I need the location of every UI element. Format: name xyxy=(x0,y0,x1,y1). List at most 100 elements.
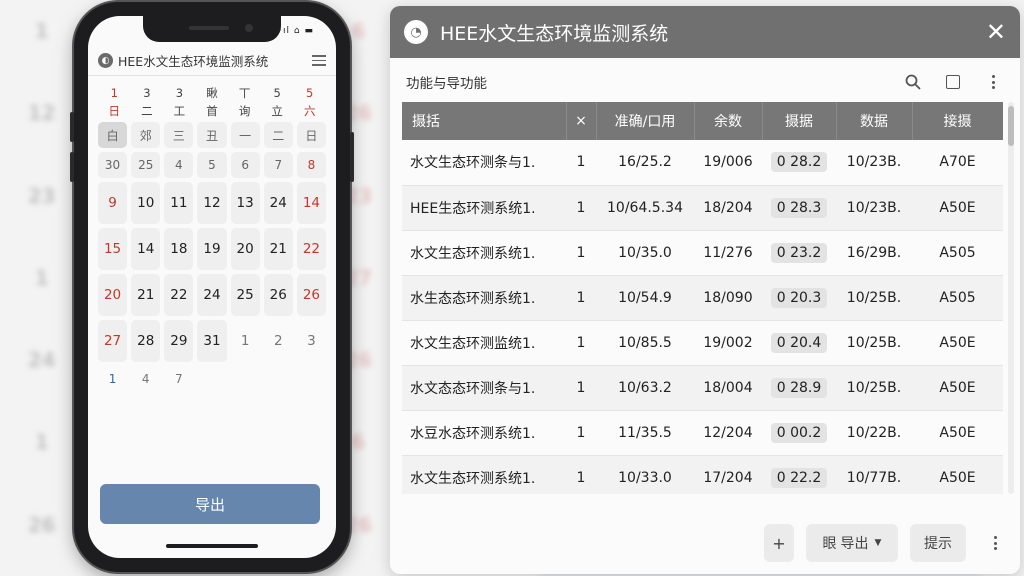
scrollbar-thumb[interactable] xyxy=(1008,106,1014,146)
table-row[interactable]: 水文生态环测系统1. 1 10/35.0 11/276 0 23.2 16/29B. A50… xyxy=(402,230,1003,276)
table-cell: A50E xyxy=(912,410,1003,456)
footer-more-icon[interactable] xyxy=(984,532,1006,554)
value-pill: 0 28.9 xyxy=(770,377,828,398)
calendar-day[interactable]: 14 xyxy=(131,228,161,270)
calendar-day[interactable]: 一 xyxy=(230,122,260,148)
calendar-day[interactable]: 21 xyxy=(263,228,293,270)
calendar-day[interactable]: 日 xyxy=(296,122,326,148)
table-row[interactable]: 水文生态环测系统1. 1 10/33.0 17/204 0 22.2 10/77B. A50… xyxy=(402,455,1003,494)
calendar-day[interactable]: 27 xyxy=(98,320,128,362)
scrollbar-track[interactable] xyxy=(1008,102,1014,494)
calendar-day[interactable]: 26 xyxy=(296,274,326,316)
calendar-day[interactable]: 7 xyxy=(164,366,193,392)
add-button[interactable]: + xyxy=(764,524,794,562)
calendar-day[interactable]: 5 xyxy=(197,152,227,178)
calendar-day[interactable]: 6 xyxy=(230,152,260,178)
table-cell: 10/25B. xyxy=(836,320,912,366)
table-cell: HEE生态环测系统1. xyxy=(402,185,566,231)
table-cell: A50E xyxy=(912,455,1003,494)
calendar-day[interactable]: 2 xyxy=(264,320,293,362)
calendar-day[interactable]: 20 xyxy=(230,228,260,270)
value-pill: 0 22.2 xyxy=(770,467,828,488)
calendar-day[interactable]: 1 xyxy=(231,320,260,362)
background-cell: 1 xyxy=(34,19,49,43)
calendar-day[interactable]: 24 xyxy=(197,274,227,316)
table-cell: 水文生态环测监统1. xyxy=(402,320,566,366)
close-icon[interactable]: ✕ xyxy=(986,18,1006,46)
table-row[interactable]: 水文生态环测监统1. 1 10/85.5 19/002 0 20.4 10/25B. A50… xyxy=(402,320,1003,366)
calendar-day[interactable]: 26 xyxy=(263,274,293,316)
phone-power-button xyxy=(350,132,354,182)
table-cell: 10/64.5.34 xyxy=(596,185,694,231)
calendar-day[interactable]: 4 xyxy=(131,366,160,392)
calendar-day[interactable]: 11 xyxy=(164,182,194,224)
calendar-day[interactable]: 19 xyxy=(197,228,227,270)
dialog-title: HEE水文生态环境监测系统 xyxy=(440,22,669,45)
phone-screen: •ıl ⌂ ▬ ◐ HEE水文生态环境监测系统 133瞅丅55 日二工首询立六 … xyxy=(88,16,336,558)
dialog-toolbar: 功能与导功能 xyxy=(390,58,1020,106)
calendar-day[interactable]: 31 xyxy=(197,320,227,362)
table-cell: 10/23B. xyxy=(836,185,912,231)
calendar-day[interactable]: 21 xyxy=(131,274,161,316)
calendar-header-numbers: 1 3 3 瞅 丅 5 5 xyxy=(98,84,326,102)
table-column-header: 摄括 xyxy=(402,102,567,140)
calendar-day[interactable]: 三 xyxy=(164,122,194,148)
more-options-icon[interactable] xyxy=(982,71,1004,93)
calendar-day[interactable]: 22 xyxy=(296,228,326,270)
calendar-header-number: 3 xyxy=(143,86,151,100)
table-row[interactable]: HEE生态环测系统1. 1 10/64.5.34 18/204 0 28.3 10/23B… xyxy=(402,185,1003,231)
submit-button[interactable]: 提示 xyxy=(910,524,966,562)
calendar-day[interactable]: 4 xyxy=(164,152,194,178)
table-cell: 12/204 xyxy=(694,410,762,456)
table-row[interactable]: 水文生态环测条与1. 1 16/25.2 19/006 0 28.2 10/23B. A70… xyxy=(402,140,1003,186)
table-row[interactable]: 水豆水态环测系统1. 1 11/35.5 12/204 0 00.2 10/22B. A50… xyxy=(402,410,1003,456)
table-cell: 0 22.2 xyxy=(762,455,836,494)
calendar-day[interactable]: 白 xyxy=(98,122,128,148)
window-icon[interactable] xyxy=(942,71,964,93)
table-cell: 1 xyxy=(566,365,596,411)
calendar-day[interactable]: 30 xyxy=(98,152,128,178)
table-cell: 0 00.2 xyxy=(762,410,836,456)
calendar-day[interactable]: 25 xyxy=(131,152,161,178)
table-cell: 10/23B. xyxy=(836,140,912,186)
table-column-header: 摄据 xyxy=(762,102,837,140)
calendar-day[interactable]: 20 xyxy=(98,274,128,316)
calendar-day[interactable]: 18 xyxy=(164,228,194,270)
calendar-day[interactable]: 14 xyxy=(296,182,326,224)
calendar-day[interactable]: 29 xyxy=(164,320,194,362)
value-pill: 0 20.4 xyxy=(770,332,828,353)
calendar-weekday: 工 xyxy=(173,104,186,118)
calendar-day[interactable]: 3 xyxy=(297,320,326,362)
table-cell: 0 20.4 xyxy=(762,320,836,366)
calendar-day[interactable]: 1 xyxy=(98,366,127,392)
table-row[interactable]: 水生态态环测系统1. 1 10/54.9 18/090 0 20.3 10/25B. A50… xyxy=(402,275,1003,321)
calendar-day[interactable]: 10 xyxy=(131,182,161,224)
table-cell: 18/090 xyxy=(694,275,762,321)
table-cell: 0 23.2 xyxy=(762,230,836,276)
search-icon[interactable] xyxy=(902,71,924,93)
table-row[interactable]: 水文态态环测条与1. 1 10/63.2 18/004 0 28.9 10/25B. A50… xyxy=(402,365,1003,411)
calendar-day[interactable]: 15 xyxy=(98,228,128,270)
calendar-day[interactable]: 22 xyxy=(164,274,194,316)
calendar-day[interactable]: 郊 xyxy=(131,122,161,148)
calendar-day[interactable]: 12 xyxy=(197,182,227,224)
calendar-day[interactable]: 8 xyxy=(296,152,326,178)
column-clear-icon[interactable]: × xyxy=(566,102,597,140)
table-cell: 10/22B. xyxy=(836,410,912,456)
calendar-day[interactable]: 9 xyxy=(98,182,128,224)
calendar-header-number: 5 xyxy=(306,86,314,100)
table-cell: 10/85.5 xyxy=(596,320,694,366)
export-dropdown-button[interactable]: 眼 导出 ▼ xyxy=(806,524,898,562)
calendar-day[interactable]: 25 xyxy=(230,274,260,316)
phone-frame: •ıl ⌂ ▬ ◐ HEE水文生态环境监测系统 133瞅丅55 日二工首询立六 … xyxy=(70,2,354,572)
calendar-day[interactable]: 7 xyxy=(263,152,293,178)
calendar-day[interactable]: 28 xyxy=(131,320,161,362)
hamburger-menu-icon[interactable] xyxy=(312,55,326,66)
table-column-header: 准确/口用 xyxy=(596,102,695,140)
export-button[interactable]: 导出 xyxy=(100,484,320,524)
calendar-day[interactable]: 丑 xyxy=(197,122,227,148)
calendar-day[interactable]: 二 xyxy=(263,122,293,148)
calendar-day[interactable]: 24 xyxy=(263,182,293,224)
table-cell: 10/35.0 xyxy=(596,230,694,276)
calendar-day[interactable]: 13 xyxy=(230,182,260,224)
